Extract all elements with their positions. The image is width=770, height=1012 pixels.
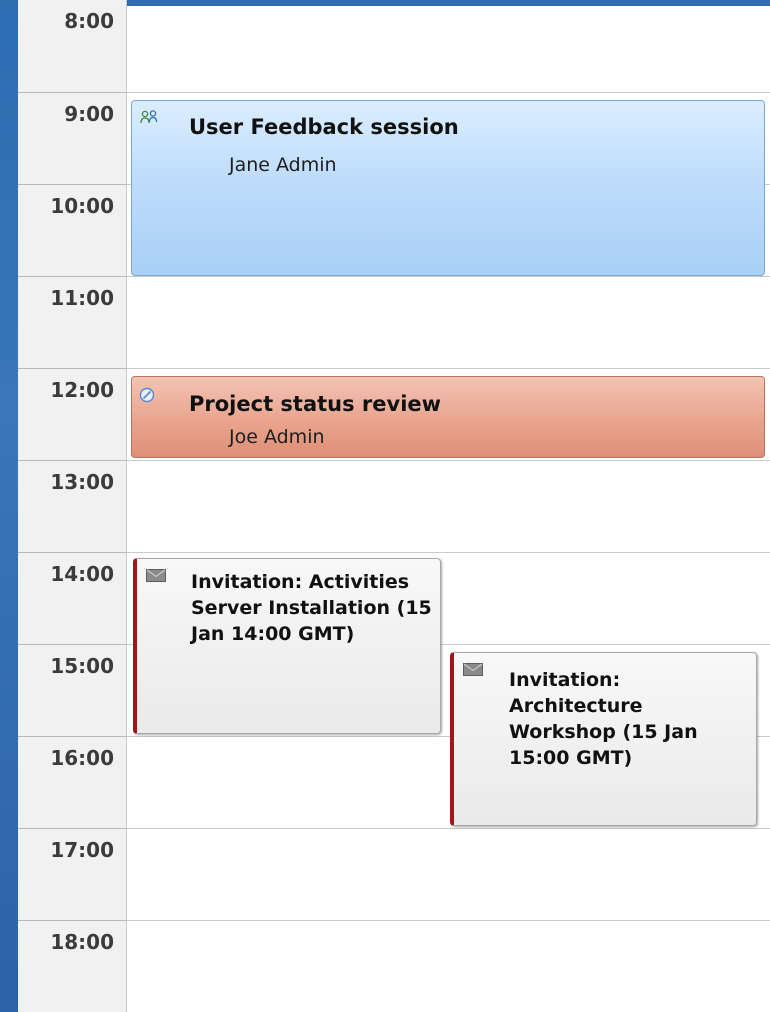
envelope-icon: [146, 569, 166, 582]
event-user-feedback-session[interactable]: User Feedback session Jane Admin: [131, 100, 765, 276]
hour-row[interactable]: 8:00: [18, 0, 770, 92]
event-project-status-review[interactable]: Project status review Joe Admin: [131, 376, 765, 458]
hour-line: [127, 92, 770, 93]
navigation-rail: [0, 0, 18, 1012]
event-title: Project status review: [189, 392, 442, 416]
people-icon: [140, 110, 158, 124]
event-organizer: Jane Admin: [229, 154, 337, 176]
hour-line: [127, 552, 770, 553]
hour-label: 10:00: [50, 194, 114, 218]
hour-label: 16:00: [50, 746, 114, 770]
hour-row[interactable]: 13:00: [18, 460, 770, 552]
event-invitation-architecture-workshop[interactable]: Invitation: Architecture Workshop (15 Ja…: [450, 652, 757, 826]
hour-line: [127, 828, 770, 829]
hour-label: 15:00: [50, 654, 114, 678]
envelope-icon: [463, 663, 483, 676]
hour-label: 13:00: [50, 470, 114, 494]
event-title: Invitation: Activities Server Installati…: [191, 571, 432, 645]
event-invitation-activities-server-installation[interactable]: Invitation: Activities Server Installati…: [133, 558, 441, 734]
hour-row[interactable]: 18:00: [18, 920, 770, 1012]
hour-line: [127, 276, 770, 277]
hour-label: 8:00: [64, 9, 114, 33]
hour-label: 14:00: [50, 562, 114, 586]
hour-label: 12:00: [50, 378, 114, 402]
event-organizer: Joe Admin: [229, 426, 325, 448]
hour-line: [127, 460, 770, 461]
hour-label: 11:00: [50, 286, 114, 310]
hour-line: [127, 920, 770, 921]
hour-row[interactable]: 17:00: [18, 828, 770, 920]
hour-line: [127, 368, 770, 369]
hour-label: 9:00: [64, 102, 114, 126]
event-title: Invitation: Architecture Workshop (15 Ja…: [509, 669, 698, 769]
hour-label: 18:00: [50, 930, 114, 954]
event-title: User Feedback session: [189, 115, 459, 139]
hour-label: 17:00: [50, 838, 114, 862]
status-icon: [139, 387, 155, 403]
hour-row[interactable]: 11:00: [18, 276, 770, 368]
